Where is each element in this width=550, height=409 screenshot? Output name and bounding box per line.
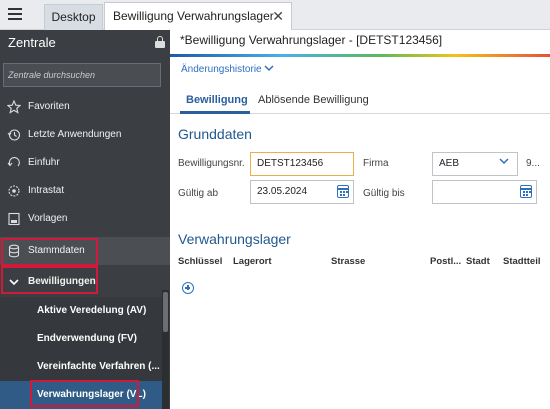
import-icon <box>7 157 20 167</box>
firma-extra: 9... <box>526 158 540 169</box>
lock-icon[interactable] <box>155 36 165 48</box>
tab-abloesende-bewilligung[interactable]: Ablösende Bewilligung <box>258 94 369 106</box>
gueltig-ab-value: 23.05.2024 <box>257 186 308 197</box>
sidebar-item-intrastat[interactable]: Intrastat <box>0 177 170 205</box>
col-stadtteil[interactable]: Stadtteil <box>503 256 540 267</box>
sidebar-item-label: Intrastat <box>28 185 65 196</box>
active-tab-indicator <box>180 111 250 114</box>
section-verwahrungslager: Verwahrungslager <box>178 231 291 247</box>
tab-label: Bewilligung Verwahrungslager <box>113 9 274 23</box>
sidebar-search-input[interactable]: Zentrale durchsuchen <box>3 63 161 87</box>
sidebar-item-label: Einfuhr <box>28 157 60 168</box>
sidebar-item-favoriten[interactable]: Favoriten <box>0 93 170 121</box>
highlight-stammdaten <box>1 238 98 266</box>
sidebar-item-letzte-anwendungen[interactable]: Letzte Anwendungen <box>0 121 170 149</box>
history-icon <box>7 129 21 141</box>
star-icon <box>7 100 21 114</box>
menu-icon[interactable] <box>8 8 22 20</box>
col-schluessel[interactable]: Schlüssel <box>178 256 222 267</box>
tab-bewilligung[interactable]: Bewilligung <box>186 94 248 106</box>
sidebar-item-einfuhr[interactable]: Einfuhr <box>0 149 170 177</box>
sidebar-subitem-vereinfachte-verfahren[interactable]: Vereinfachte Verfahren (... <box>0 353 162 381</box>
template-icon <box>8 212 20 226</box>
tab-row: Bewilligung Ablösende Bewilligung <box>170 86 550 114</box>
gueltig-bis-label: Gültig bis <box>363 188 405 199</box>
intrastat-icon <box>8 185 20 197</box>
calendar-icon[interactable] <box>520 185 532 198</box>
chevron-down-icon <box>499 153 509 175</box>
sidebar-item-label: Favoriten <box>28 101 70 112</box>
section-grunddaten: Grunddaten <box>178 126 252 142</box>
sidebar-subitem-endverwendung[interactable]: Endverwendung (FV) <box>0 325 162 353</box>
col-strasse[interactable]: Strasse <box>331 256 365 267</box>
sidebar-scrollbar[interactable] <box>162 290 169 409</box>
accent-bar <box>170 54 550 57</box>
close-icon[interactable]: ✕ <box>272 3 284 30</box>
top-tab-bar: Desktop Bewilligung Verwahrungslager ✕ <box>0 0 550 31</box>
firma-value: AEB <box>439 158 460 169</box>
tab-bewilligung-verwahrungslager[interactable]: Bewilligung Verwahrungslager ✕ <box>104 2 292 31</box>
gueltig-ab-field[interactable]: 23.05.2024 <box>250 180 354 204</box>
chevron-down-icon[interactable] <box>264 63 274 76</box>
main-panel: *Bewilligung Verwahrungslager - [DETST12… <box>170 30 550 409</box>
bewilligungsnr-field[interactable]: DETST123456 <box>250 152 354 176</box>
sidebar-item-label: Vorlagen <box>28 213 68 224</box>
highlight-bewilligungen <box>1 266 98 294</box>
page-title: *Bewilligung Verwahrungslager - [DETST12… <box>180 33 443 47</box>
sidebar-item-vorlagen[interactable]: Vorlagen <box>0 205 170 233</box>
add-icon[interactable] <box>182 282 194 294</box>
scrollbar-thumb[interactable] <box>163 292 168 332</box>
sidebar-title: Zentrale <box>8 35 56 50</box>
col-postleitzahl[interactable]: Postl... <box>430 256 461 267</box>
col-stadt[interactable]: Stadt <box>466 256 490 267</box>
history-link[interactable]: Änderungshistorie <box>181 64 262 75</box>
calendar-icon[interactable] <box>337 185 349 198</box>
gueltig-bis-field[interactable] <box>432 180 537 204</box>
sidebar-subitem-aktive-veredelung[interactable]: Aktive Veredelung (AV) <box>0 297 162 325</box>
tab-desktop[interactable]: Desktop <box>44 4 103 30</box>
highlight-verwahrungslager <box>30 380 139 407</box>
firma-select[interactable]: AEB <box>432 152 518 176</box>
gueltig-ab-label: Gültig ab <box>178 188 219 199</box>
firma-label: Firma <box>363 158 389 169</box>
sidebar: Zentrale Zentrale durchsuchen Favoriten … <box>0 30 170 409</box>
sidebar-item-label: Letzte Anwendungen <box>28 129 122 140</box>
col-lagerort[interactable]: Lagerort <box>233 256 272 267</box>
bewilligungsnr-label: Bewilligungsnr. <box>178 158 245 169</box>
